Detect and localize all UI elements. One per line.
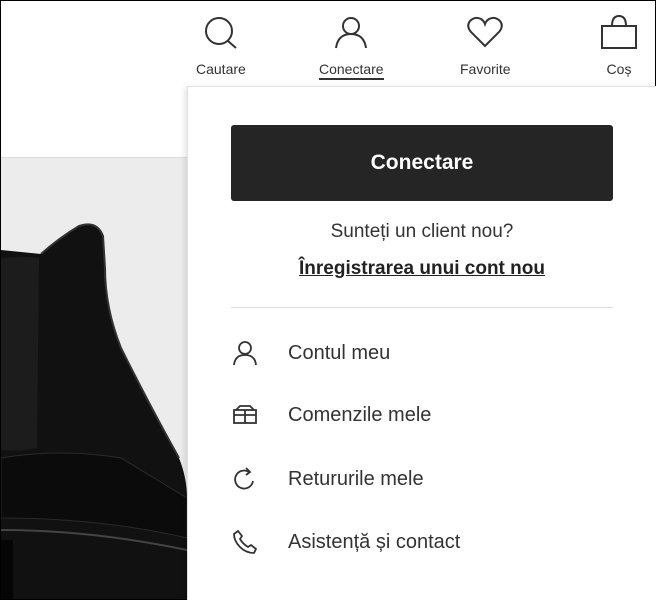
login-button[interactable]: Conectare bbox=[231, 125, 613, 201]
user-icon bbox=[331, 14, 371, 55]
nav-cart-label: Coș bbox=[606, 61, 632, 77]
menu-item-my-account[interactable]: Contul meu bbox=[231, 333, 613, 373]
new-client-text: Sunteți un client nou? bbox=[330, 221, 514, 242]
product-image[interactable] bbox=[1, 158, 187, 599]
search-icon bbox=[201, 14, 241, 55]
nav-login-label: Conectare bbox=[319, 61, 384, 80]
account-dropdown: Conectare Sunteți un client nou? Înregis… bbox=[187, 86, 656, 600]
nav-favorites[interactable]: Favorite bbox=[460, 14, 511, 77]
nav-search[interactable]: Cautare bbox=[196, 14, 246, 77]
nav-favorites-label: Favorite bbox=[460, 61, 511, 77]
nav-search-label: Cautare bbox=[196, 61, 246, 77]
chelsea-boot-image bbox=[1, 223, 187, 599]
return-arrow-icon bbox=[231, 465, 259, 493]
nav-login[interactable]: Conectare bbox=[319, 14, 384, 80]
menu-item-label: Comenzile mele bbox=[288, 403, 432, 426]
heart-icon bbox=[465, 14, 505, 55]
menu-item-label: Retururile mele bbox=[288, 467, 424, 490]
menu-divider bbox=[231, 307, 613, 308]
menu-item-label: Contul meu bbox=[288, 341, 391, 364]
user-icon bbox=[231, 339, 259, 367]
menu-item-my-returns[interactable]: Retururile mele bbox=[231, 459, 613, 499]
package-icon bbox=[231, 401, 259, 429]
menu-item-label: Asistență și contact bbox=[288, 530, 461, 553]
menu-item-my-orders[interactable]: Comenzile mele bbox=[231, 395, 613, 435]
menu-item-support-contact[interactable]: Asistență și contact bbox=[231, 522, 613, 562]
register-link[interactable]: Înregistrarea unui cont nou bbox=[188, 258, 656, 280]
shopping-bag-icon bbox=[599, 14, 639, 55]
phone-icon bbox=[231, 528, 259, 556]
nav-cart[interactable]: Coș bbox=[599, 14, 639, 77]
